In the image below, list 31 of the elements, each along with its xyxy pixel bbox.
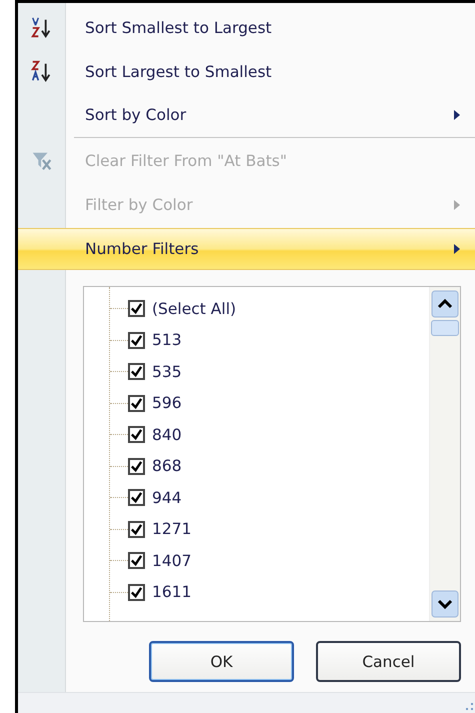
checkbox[interactable] xyxy=(128,520,145,538)
checkbox[interactable] xyxy=(128,426,145,444)
scroll-thumb[interactable] xyxy=(431,320,459,336)
checkbox[interactable] xyxy=(128,363,145,380)
dialog-button[interactable]: Cancel xyxy=(316,641,461,682)
value-label[interactable]: 868 xyxy=(152,457,182,476)
value-label[interactable]: 1271 xyxy=(152,520,192,538)
value-label[interactable]: (Select All) xyxy=(152,300,236,318)
value-label[interactable]: 1611 xyxy=(152,583,192,602)
checkbox[interactable] xyxy=(128,458,145,475)
checkbox[interactable] xyxy=(128,394,145,412)
value-label[interactable]: 513 xyxy=(152,331,182,350)
dialog-button[interactable]: OK xyxy=(149,641,294,682)
menu-item[interactable]: Sort by Color xyxy=(85,106,186,124)
resize-grip-icon[interactable] xyxy=(463,701,475,713)
value-label[interactable]: 1407 xyxy=(152,552,192,570)
menu-item[interactable]: Sort Largest to Smallest xyxy=(85,62,272,81)
checkbox[interactable] xyxy=(128,332,145,349)
checkbox[interactable] xyxy=(128,489,145,506)
value-label[interactable]: 944 xyxy=(152,488,182,507)
checkbox[interactable] xyxy=(128,584,145,601)
menu-item[interactable]: Sort Smallest to Largest xyxy=(85,18,272,37)
checkbox[interactable] xyxy=(128,552,145,570)
scrollbar[interactable] xyxy=(429,287,460,622)
checkbox[interactable] xyxy=(128,300,145,318)
value-label[interactable]: 596 xyxy=(152,394,182,412)
scroll-down-button[interactable] xyxy=(431,590,459,618)
scroll-up-button[interactable] xyxy=(431,290,459,318)
value-label[interactable]: 840 xyxy=(152,426,182,444)
value-label[interactable]: 535 xyxy=(152,362,182,381)
menu-item[interactable]: Number Filters xyxy=(85,240,199,258)
